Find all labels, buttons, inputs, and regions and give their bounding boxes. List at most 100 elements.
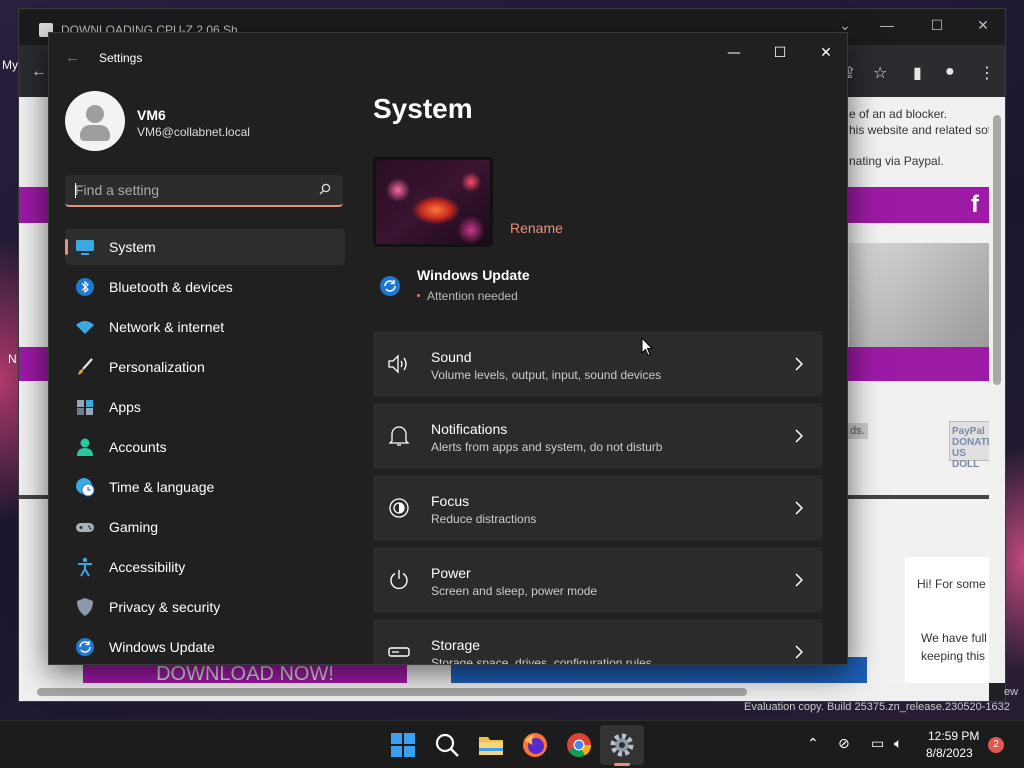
main-content: System Rename Windows Update Attention n…	[373, 33, 847, 664]
gamepad-icon	[76, 523, 94, 532]
sidebar-item-privacy[interactable]: Privacy & security	[65, 589, 345, 625]
sidebar-item-label: Time & language	[109, 479, 215, 495]
card-title: Focus	[431, 493, 470, 509]
rename-link[interactable]: Rename	[510, 220, 563, 236]
card-title: Notifications	[431, 421, 508, 437]
card-title: Sound	[431, 349, 472, 365]
sidebar-item-label: Privacy & security	[109, 599, 221, 615]
sidebar-item-gaming[interactable]: Gaming	[65, 509, 345, 545]
page-text: ds.	[847, 423, 868, 439]
search-icon[interactable]	[433, 731, 461, 759]
globe-clock-icon	[76, 478, 95, 497]
back-arrow-icon[interactable]: ←	[31, 63, 47, 81]
sidebar-nav: System Bluetooth & devices Network & int…	[65, 229, 345, 664]
sidebar-item-accessibility[interactable]: Accessibility	[65, 549, 345, 585]
sidebar-item-label: Personalization	[109, 359, 205, 375]
sidebar-icon[interactable]: ▮	[913, 63, 922, 83]
scrollbar-thumb[interactable]	[37, 688, 747, 696]
sidebar-item-bluetooth[interactable]: Bluetooth & devices	[65, 269, 345, 305]
card-subtitle: Alerts from apps and system, do not dist…	[431, 440, 663, 454]
sidebar-item-personalization[interactable]: Personalization	[65, 349, 345, 385]
sidebar-item-system[interactable]: System	[65, 229, 345, 265]
horizontal-scrollbar[interactable]	[19, 683, 989, 701]
mouse-cursor-icon	[641, 337, 653, 357]
maximize-button[interactable]: ☐	[917, 17, 957, 34]
windows-update-status: Attention needed	[427, 289, 518, 303]
sidebar-item-label: Network & internet	[109, 319, 225, 335]
sidebar-item-accounts[interactable]: Accounts	[65, 429, 345, 465]
display-icon[interactable]: ▭	[871, 735, 884, 752]
settings-card-power[interactable]: Power Screen and sleep, power mode	[373, 547, 823, 613]
card-subtitle: Storage space, drives, configuration rul…	[431, 656, 652, 665]
sidebar-item-windows-update[interactable]: Windows Update	[65, 629, 345, 664]
profile-icon[interactable]: ●	[945, 63, 955, 81]
profile-name: VM6	[137, 107, 166, 123]
sidebar-item-label: Windows Update	[109, 639, 215, 655]
star-icon[interactable]: ☆	[873, 63, 887, 83]
chevron-right-icon	[795, 573, 803, 587]
settings-card-sound[interactable]: Sound Volume levels, output, input, soun…	[373, 331, 823, 397]
close-button[interactable]: ✕	[963, 17, 1003, 34]
settings-cards: Sound Volume levels, output, input, soun…	[373, 331, 823, 665]
desktop-icon-label[interactable]: N	[8, 352, 17, 366]
firefox-icon[interactable]	[521, 731, 549, 759]
sidebar-item-label: System	[109, 239, 156, 255]
sidebar-item-label: Accessibility	[109, 559, 186, 575]
desktop-preview-image[interactable]	[373, 157, 493, 247]
chrome-icon[interactable]	[565, 731, 593, 759]
menu-dots-icon[interactable]: ⋮	[979, 63, 995, 83]
sidebar-item-label: Apps	[109, 399, 141, 415]
page-title: System	[373, 93, 473, 124]
settings-card-storage[interactable]: Storage Storage space, drives, configura…	[373, 619, 823, 665]
page-text: e of an ad blocker.	[849, 107, 948, 121]
sidebar-item-label: Accounts	[109, 439, 167, 455]
file-explorer-icon[interactable]	[477, 731, 505, 759]
focus-icon	[389, 498, 409, 518]
power-icon	[390, 570, 408, 590]
paypal-donate-button[interactable]: PayPal DONATE US DOLL	[949, 421, 989, 470]
sidebar-item-apps[interactable]: Apps	[65, 389, 345, 425]
bell-icon	[388, 426, 410, 446]
settings-card-notifications[interactable]: Notifications Alerts from apps and syste…	[373, 403, 823, 469]
sidebar-item-label: Bluetooth & devices	[109, 279, 233, 295]
back-arrow-icon[interactable]: ←	[65, 49, 80, 66]
windows-update-title[interactable]: Windows Update	[417, 267, 530, 283]
card-title: Storage	[431, 637, 481, 653]
chevron-right-icon	[795, 357, 803, 371]
vertical-scrollbar[interactable]	[989, 97, 1005, 683]
page-text: keeping this	[921, 649, 986, 663]
settings-gear-icon[interactable]	[608, 731, 636, 759]
sidebar-item-time-language[interactable]: Time & language	[65, 469, 345, 505]
chevron-right-icon	[795, 429, 803, 443]
shield-icon	[77, 598, 93, 616]
system-icon	[76, 240, 94, 255]
settings-card-focus[interactable]: Focus Reduce distractions	[373, 475, 823, 541]
attention-dot-icon	[417, 294, 420, 297]
facebook-icon[interactable]: f	[971, 191, 979, 219]
desktop-icon-label[interactable]: My	[2, 58, 18, 72]
page-text: his website and related sof	[849, 123, 989, 137]
minimize-button[interactable]: —	[867, 17, 907, 33]
windows-start-icon[interactable]	[389, 731, 417, 759]
scrollbar-thumb[interactable]	[993, 115, 1001, 385]
network-off-icon[interactable]: ⊘	[838, 735, 850, 752]
profile-email: VM6@collabnet.local	[137, 125, 250, 139]
chat-widget[interactable]: Hi! For some We have full keeping this	[905, 557, 989, 683]
clock-time[interactable]: 12:59 PM	[928, 729, 979, 743]
notification-badge[interactable]: 2	[988, 737, 1004, 753]
clock-date[interactable]: 8/8/2023	[926, 746, 973, 760]
search-input[interactable]	[75, 175, 305, 205]
update-icon[interactable]	[379, 275, 401, 297]
volume-icon[interactable]: 🔈︎	[894, 735, 902, 752]
search-box[interactable]	[65, 175, 343, 207]
active-app-indicator	[614, 763, 630, 766]
chevron-up-icon[interactable]: ⌃	[807, 735, 819, 752]
apps-icon	[77, 400, 93, 415]
taskbar: ⌃ ⊘ ▭ 🔈︎ 12:59 PM 8/8/2023 2	[0, 720, 1024, 768]
search-icon[interactable]	[319, 183, 331, 195]
avatar[interactable]	[65, 91, 125, 151]
person-icon	[77, 438, 93, 456]
sidebar-item-network[interactable]: Network & internet	[65, 309, 345, 345]
page-image	[849, 243, 989, 349]
settings-window[interactable]: ← Settings — ☐ ✕ VM6 VM6@collabnet.local…	[48, 32, 848, 665]
